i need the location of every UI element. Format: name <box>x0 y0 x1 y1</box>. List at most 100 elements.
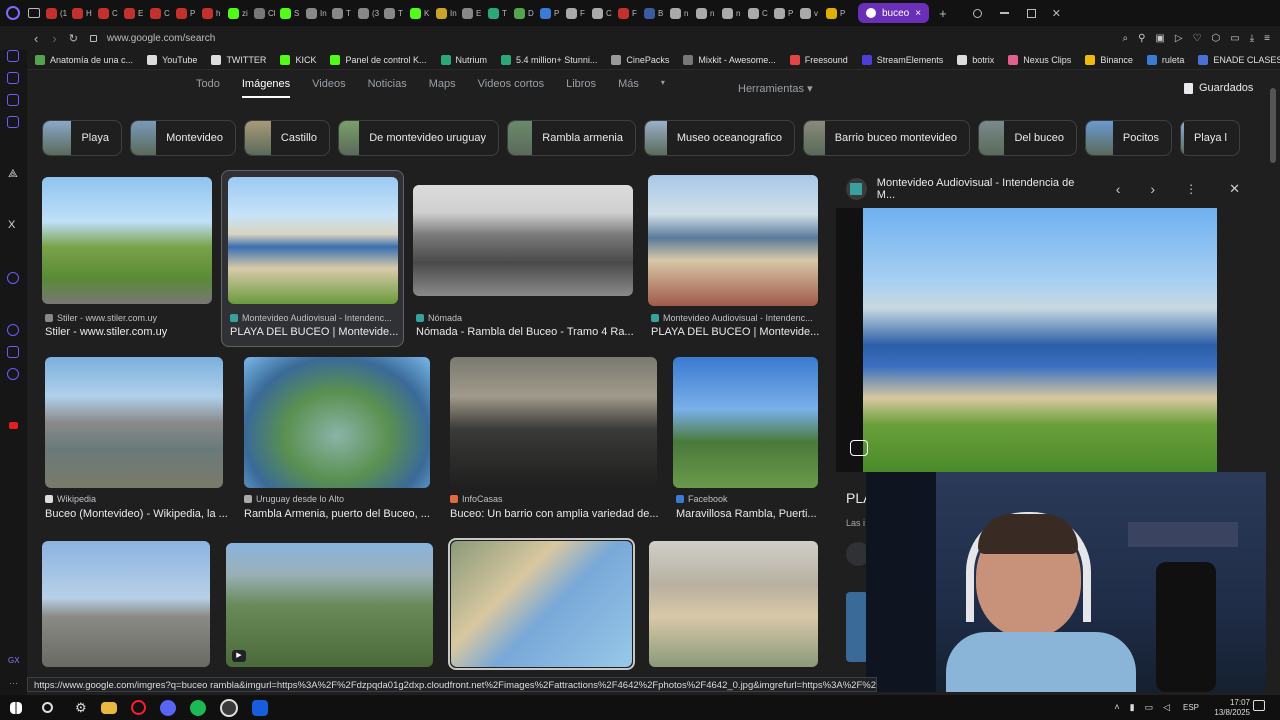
preview-image[interactable] <box>863 208 1217 472</box>
result-thumbnail[interactable] <box>451 541 632 667</box>
instagram-icon[interactable] <box>7 72 19 84</box>
browser-tab[interactable]: P <box>826 7 852 19</box>
download-icon[interactable]: ⤓ <box>1250 33 1254 44</box>
spotify-icon[interactable] <box>189 699 206 716</box>
browser-tab[interactable]: C <box>98 7 124 19</box>
result-thumbnail[interactable] <box>42 541 210 667</box>
telegram-icon[interactable] <box>7 116 19 128</box>
tools-menu[interactable]: Herramientas ▾ <box>738 82 813 95</box>
result-title[interactable]: PLAYA DEL BUCEO | Montevide... <box>230 326 398 338</box>
browser-tab[interactable]: D <box>514 7 540 19</box>
browser-tab[interactable]: C <box>592 7 618 19</box>
result-title[interactable]: Buceo: Un barrio con amplia variedad de.… <box>450 508 659 520</box>
volume-icon[interactable]: ◁ <box>1163 702 1170 713</box>
result-title[interactable]: Nómada - Rambla del Buceo - Tramo 4 Ra..… <box>416 326 634 338</box>
browser-tab[interactable]: T <box>332 7 358 19</box>
browser-tab[interactable]: K <box>410 7 436 19</box>
close-icon[interactable]: ✕ <box>1229 181 1240 197</box>
result-title[interactable]: Rambla Armenia, puerto del Buceo, ... <box>244 508 430 520</box>
bitwarden-icon[interactable] <box>251 699 268 716</box>
browser-tab[interactable]: Cl <box>254 7 280 19</box>
discord-icon[interactable] <box>159 699 176 716</box>
browser-tab[interactable]: F <box>618 7 644 19</box>
wallet-icon[interactable]: ▭ <box>1230 33 1239 44</box>
result-source[interactable]: Facebook <box>688 494 728 504</box>
result-thumbnail[interactable] <box>649 541 818 667</box>
bookmark-item[interactable]: Panel de control K... <box>330 54 427 65</box>
opera-gx-icon[interactable] <box>130 700 146 715</box>
close-icon[interactable]: × <box>915 8 921 19</box>
browser-menu-icon[interactable] <box>6 6 20 20</box>
settings-icon[interactable] <box>7 368 19 380</box>
clock-icon[interactable] <box>7 324 19 336</box>
music-icon[interactable] <box>7 272 19 284</box>
settings-gear-icon[interactable]: ⚙ <box>75 700 87 716</box>
chevron-left-icon[interactable]: ‹ <box>1116 181 1121 197</box>
bookmark-item[interactable]: Binance <box>1085 54 1133 65</box>
search-icon[interactable] <box>972 8 982 18</box>
reload-icon[interactable]: ↻ <box>69 32 78 45</box>
result-title[interactable]: Maravillosa Rambla, Puerti... <box>676 508 817 520</box>
result-source[interactable]: InfoCasas <box>462 494 503 504</box>
browser-tab[interactable]: (1 <box>46 7 72 19</box>
back-icon[interactable]: ‹ <box>34 31 38 46</box>
result-title[interactable]: Stiler - www.stiler.com.uy <box>45 326 167 338</box>
result-source[interactable]: Montevideo Audiovisual - Intendenc... <box>242 313 392 323</box>
bookmark-item[interactable]: Anatomía de una c... <box>35 54 133 65</box>
minimize-icon[interactable] <box>999 12 1009 14</box>
tab-videos-cortos[interactable]: Videos cortos <box>478 78 544 98</box>
tab-todo[interactable]: Todo <box>196 78 220 98</box>
bookmark-item[interactable]: Nexus Clips <box>1008 54 1071 65</box>
result-thumbnail[interactable] <box>45 357 223 488</box>
more-options-icon[interactable]: ⋮ <box>1185 182 1197 196</box>
url-field[interactable]: www.google.com/search <box>107 33 215 44</box>
tab-im-genes[interactable]: Imágenes <box>241 78 291 98</box>
bookmark-item[interactable]: Nutrium <box>440 54 487 65</box>
result-thumbnail[interactable] <box>450 357 657 488</box>
result-source[interactable]: Wikipedia <box>57 494 96 504</box>
browser-tab[interactable]: (3 <box>358 7 384 19</box>
restore-icon[interactable] <box>1026 8 1036 18</box>
forward-icon[interactable]: › <box>52 31 56 46</box>
bookmark-item[interactable]: 5.4 million+ Stunni... <box>501 54 597 65</box>
bookmark-item[interactable]: Mixkit - Awesome... <box>683 54 776 65</box>
youtube-icon[interactable] <box>9 422 18 429</box>
related-chip[interactable]: Del buceo <box>978 120 1077 156</box>
browser-tab[interactable]: In <box>306 7 332 19</box>
bookmark-item[interactable]: YouTube <box>147 54 197 65</box>
related-chip[interactable]: Rambla armenia <box>507 120 636 156</box>
tab-active[interactable]: buceo × <box>858 3 930 23</box>
result-source[interactable]: Nómada <box>428 313 462 323</box>
result-thumbnail[interactable] <box>648 175 818 306</box>
close-window-icon[interactable]: ✕ <box>1052 7 1061 20</box>
related-chip[interactable]: Pocitos <box>1085 120 1172 156</box>
related-chip[interactable]: Museo oceanografico <box>644 120 795 156</box>
bookmark-item[interactable]: TWITTER <box>211 54 266 65</box>
browser-tab[interactable]: P <box>176 7 202 19</box>
bookmark-item[interactable]: Freesound <box>789 54 848 65</box>
new-tab-icon[interactable]: + <box>939 6 947 21</box>
browser-tab[interactable]: H <box>72 7 98 19</box>
related-chip[interactable]: Barrio buceo montevideo <box>803 120 970 156</box>
whatsapp-icon[interactable] <box>7 94 19 106</box>
browser-tab[interactable]: T <box>384 7 410 19</box>
microphone-icon[interactable]: ▮ <box>1130 702 1135 713</box>
pin-icon[interactable]: ⚲ <box>1138 33 1145 44</box>
heart-icon[interactable]: ♡ <box>1193 33 1202 44</box>
tab-noticias[interactable]: Noticias <box>368 78 407 98</box>
more-icon[interactable]: ··· <box>9 678 18 688</box>
bookmark-item[interactable]: botrix <box>957 54 994 65</box>
browser-tab[interactable]: v <box>800 7 826 19</box>
related-chip[interactable]: De montevideo uruguay <box>338 120 499 156</box>
notifications-icon[interactable] <box>1253 700 1265 711</box>
result-title[interactable]: PLAYA DEL BUCEO | Montevide... <box>651 326 819 338</box>
browser-tab[interactable]: B <box>644 7 670 19</box>
bookmark-item[interactable]: ruleta <box>1146 54 1184 65</box>
system-clock[interactable]: 17:07 13/8/2025 <box>1214 698 1250 718</box>
browser-tab[interactable]: C <box>150 7 176 19</box>
browser-tab[interactable]: h <box>202 7 228 19</box>
gx-icon[interactable]: GX <box>8 656 20 665</box>
result-title[interactable]: Buceo (Montevideo) - Wikipedia, la ... <box>45 508 228 520</box>
browser-tab[interactable]: n <box>670 7 696 19</box>
related-chip[interactable]: Montevideo <box>130 120 236 156</box>
